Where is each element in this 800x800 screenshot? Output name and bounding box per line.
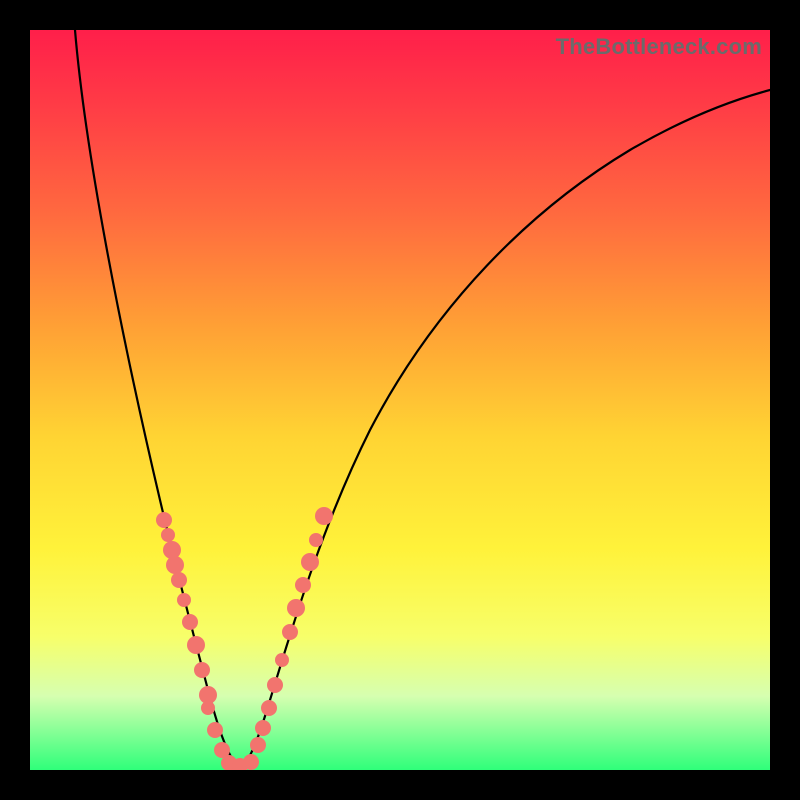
data-point (243, 754, 259, 770)
data-points-group (156, 507, 333, 770)
curve-right-branch (240, 90, 770, 770)
data-point (182, 614, 198, 630)
data-point (171, 572, 187, 588)
watermark-text: TheBottleneck.com (556, 34, 762, 60)
data-point (282, 624, 298, 640)
data-point (161, 528, 175, 542)
data-point (287, 599, 305, 617)
data-point (250, 737, 266, 753)
data-point (261, 700, 277, 716)
data-point (267, 677, 283, 693)
curve-svg (30, 30, 770, 770)
curve-left-branch (75, 30, 240, 770)
chart-area: TheBottleneck.com (30, 30, 770, 770)
data-point (275, 653, 289, 667)
data-point (255, 720, 271, 736)
data-point (201, 701, 215, 715)
data-point (194, 662, 210, 678)
data-point (301, 553, 319, 571)
data-point (207, 722, 223, 738)
data-point (177, 593, 191, 607)
data-point (163, 541, 181, 559)
data-point (187, 636, 205, 654)
data-point (156, 512, 172, 528)
data-point (309, 533, 323, 547)
data-point (166, 556, 184, 574)
data-point (295, 577, 311, 593)
data-point (315, 507, 333, 525)
